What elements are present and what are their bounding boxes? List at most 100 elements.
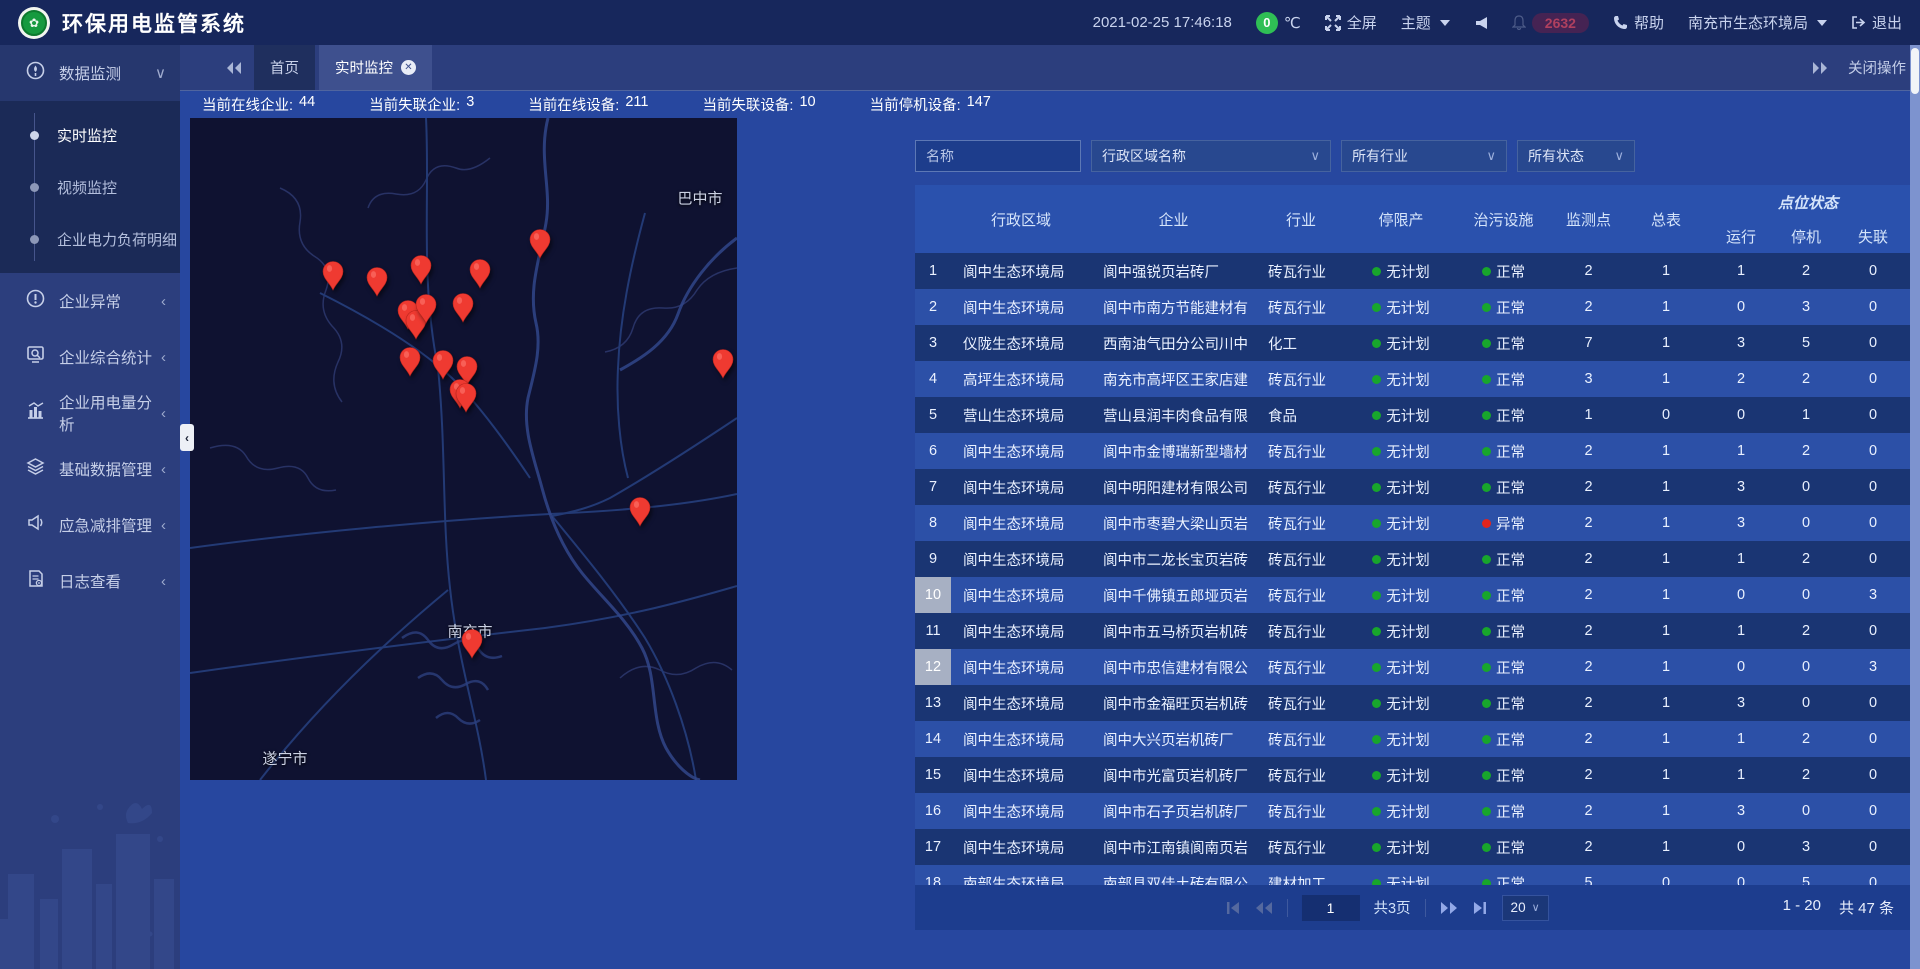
table-row[interactable]: 5营山生态环境局营山县润丰肉食品有限食品无计划正常10010 [915,397,1910,433]
cell-run: 0 [1706,659,1776,675]
cell-points: 2 [1551,299,1626,315]
map-pin[interactable] [468,259,492,289]
sidebar-item-company-stats[interactable]: 企业综合统计‹ [0,329,180,385]
stat-label: 当前在线企业: [202,94,293,115]
help-button[interactable]: 帮助 [1613,12,1664,33]
sound-mute-button[interactable] [1474,16,1488,30]
cell-company: 阆中市忠信建材有限公 [1091,657,1256,678]
tabs-scroll-right-button[interactable] [1812,61,1828,75]
map-panel[interactable]: 巴中市南充市遂宁市 [190,118,737,780]
sidebar-item-data-monitor[interactable]: 数据监测∨ [0,45,180,101]
chevron-down-icon [1440,20,1450,26]
page-scrollbar[interactable] [1910,45,1920,969]
next-page-button[interactable] [1440,901,1458,915]
status-dot-icon [1482,303,1491,312]
cell-industry: 化工 [1256,333,1346,354]
theme-dropdown[interactable]: 主题 [1401,12,1450,33]
cell-region: 阆中生态环境局 [951,801,1091,822]
last-page-button[interactable] [1472,901,1488,915]
cell-lost: 0 [1836,443,1910,459]
table-row[interactable]: 2阆中生态环境局阆中市南方节能建材有砖瓦行业无计划正常21030 [915,289,1910,325]
map-pin[interactable] [409,255,433,285]
cell-meter: 1 [1626,515,1706,531]
table-row[interactable]: 11阆中生态环境局阆中市五马桥页岩机砖砖瓦行业无计划正常21120 [915,613,1910,649]
table-row[interactable]: 3仪陇生态环境局西南油气田分公司川中化工无计划正常71350 [915,325,1910,361]
region-select[interactable]: 行政区域名称 ∨ [1091,140,1331,172]
stat-label: 当前在线设备: [528,94,619,115]
row-index: 3 [915,325,951,361]
table-row[interactable]: 18南部生态环境局南部县双佳土砖有限公建材加工无计划正常50050 [915,865,1910,885]
map-collapse-handle[interactable]: ‹ [180,424,194,451]
sidebar-subitem-label: 企业电力负荷明细 [57,229,177,250]
table-row[interactable]: 13阆中生态环境局阆中市金福旺页岩机砖砖瓦行业无计划正常21300 [915,685,1910,721]
map-pin[interactable] [454,383,478,413]
bullet-icon [30,235,39,244]
table-row[interactable]: 12阆中生态环境局阆中市忠信建材有限公砖瓦行业无计划正常21003 [915,649,1910,685]
stat-label: 当前失联企业: [369,94,460,115]
table-row[interactable]: 9阆中生态环境局阆中市二龙长宝页岩砖砖瓦行业无计划正常21120 [915,541,1910,577]
map-pin[interactable] [628,497,652,527]
first-page-button[interactable] [1224,901,1240,915]
sidebar-item-label: 数据监测 [59,62,155,84]
map-pin[interactable] [365,267,389,297]
map-pin[interactable] [398,347,422,377]
sidebar-item-label: 日志查看 [59,570,161,592]
sidebar-item-log-view[interactable]: 日志查看‹ [0,553,180,609]
close-operations-button[interactable]: 关闭操作 [1848,57,1906,78]
cell-limit-status: 无计划 [1346,657,1456,678]
org-dropdown[interactable]: 南充市生态环境局 [1688,12,1827,33]
table-row[interactable]: 8阆中生态环境局阆中市枣碧大梁山页岩砖瓦行业无计划异常21300 [915,505,1910,541]
table-row[interactable]: 14阆中生态环境局阆中大兴页岩机砖厂砖瓦行业无计划正常21120 [915,721,1910,757]
col-company: 企业 [1091,209,1256,230]
fullscreen-button[interactable]: 全屏 [1325,12,1377,33]
map-pin[interactable] [431,350,455,380]
page-number-input[interactable] [1301,895,1359,921]
table-row[interactable]: 15阆中生态环境局阆中市光富页岩机砖厂砖瓦行业无计划正常21120 [915,757,1910,793]
map-pin[interactable] [414,294,438,324]
prev-page-button[interactable] [1254,901,1272,915]
table-row[interactable]: 7阆中生态环境局阆中明阳建材有限公司砖瓦行业无计划正常21300 [915,469,1910,505]
tab-实时监控[interactable]: 实时监控 ✕ [319,45,432,90]
cell-run: 0 [1706,299,1776,315]
table-row[interactable]: 4高坪生态环境局南充市高坪区王家店建砖瓦行业无计划正常31220 [915,361,1910,397]
close-icon[interactable]: ✕ [401,60,416,75]
sidebar-subitem-realtime-monitor[interactable]: 实时监控 [0,109,180,161]
table-row[interactable]: 6阆中生态环境局阆中市金博瑞新型墙材砖瓦行业无计划正常21120 [915,433,1910,469]
sidebar-item-power-analysis[interactable]: 企业用电量分析‹ [0,385,180,441]
map-pin[interactable] [321,261,345,291]
map-pin[interactable] [711,349,735,379]
tab-label: 实时监控 [335,57,393,78]
col-treatment: 治污设施 [1456,209,1551,230]
cell-limit-status: 无计划 [1346,513,1456,534]
map-pin[interactable] [528,229,552,259]
table-row[interactable]: 10阆中生态环境局阆中千佛镇五郎垭页岩砖瓦行业无计划正常21003 [915,577,1910,613]
sidebar-item-company-abnormal[interactable]: 企业异常‹ [0,273,180,329]
stat-value: 147 [967,94,991,115]
table-row[interactable]: 1阆中生态环境局阆中强锐页岩砖厂砖瓦行业无计划正常21120 [915,253,1910,289]
cell-limit-status: 无计划 [1346,801,1456,822]
table-row[interactable]: 17阆中生态环境局阆中市江南镇阆南页岩砖瓦行业无计划正常21030 [915,829,1910,865]
sidebar-subitem-power-load-detail[interactable]: 企业电力负荷明细 [0,213,180,265]
tab-首页[interactable]: 首页 [254,45,315,90]
cell-industry: 砖瓦行业 [1256,261,1346,282]
map-pin[interactable] [451,293,475,323]
status-dot-icon [1482,339,1491,348]
tabs-scroll-left-button[interactable] [214,45,254,90]
notification-badge[interactable]: 2632 [1512,13,1589,33]
page-size-select[interactable]: 20 ∨ [1502,895,1549,921]
map-city-label: 遂宁市 [262,748,307,769]
cell-lost: 0 [1836,335,1910,351]
sidebar-subitem-video-monitor[interactable]: 视频监控 [0,161,180,213]
cell-run: 0 [1706,587,1776,603]
status-text: 无计划 [1386,585,1430,606]
cell-company: 南部县双佳土砖有限公 [1091,873,1256,886]
industry-select[interactable]: 所有行业 ∨ [1341,140,1507,172]
status-select[interactable]: 所有状态 ∨ [1517,140,1635,172]
table-row[interactable]: 16阆中生态环境局阆中市石子页岩机砖厂砖瓦行业无计划正常21300 [915,793,1910,829]
name-search-input[interactable] [915,140,1081,172]
cell-stop: 0 [1776,659,1836,675]
map-pin[interactable] [460,629,484,659]
logout-button[interactable]: 退出 [1851,12,1902,33]
sidebar-item-emergency-reduce[interactable]: 应急减排管理‹ [0,497,180,553]
sidebar-item-base-data[interactable]: 基础数据管理‹ [0,441,180,497]
